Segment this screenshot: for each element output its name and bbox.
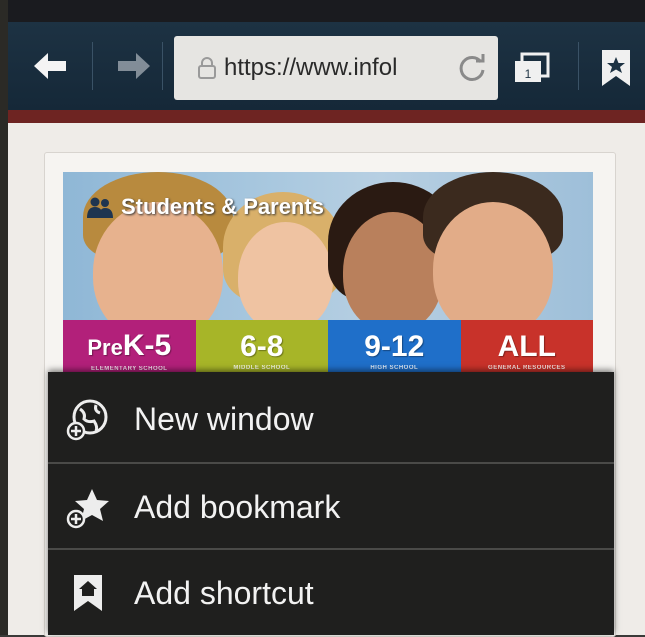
grade-label: PreK-5	[87, 329, 172, 362]
star-plus-icon	[66, 489, 109, 529]
photo-face	[238, 222, 333, 332]
people-icon	[87, 197, 113, 218]
browser-toolbar: https://www.infol 1	[8, 22, 645, 110]
menu-item-add-bookmark[interactable]: Add bookmark	[48, 464, 614, 550]
bookmark-icon[interactable]	[598, 48, 634, 88]
back-button[interactable]	[28, 44, 72, 88]
students-parents-banner[interactable]: Students & Parents PreK-5 ELEMENTARY SCH…	[63, 172, 593, 382]
grade-label: ALL	[497, 330, 556, 363]
svg-text:1: 1	[525, 67, 532, 81]
tabs-icon[interactable]: 1	[513, 52, 551, 84]
url-text: https://www.infol	[224, 54, 398, 81]
grade-sublabel: HIGH SCHOOL	[370, 365, 419, 371]
menu-item-add-shortcut[interactable]: Add shortcut	[48, 550, 614, 636]
banner-title-text: Students & Parents	[121, 194, 324, 219]
menu-item-label: Add shortcut	[134, 574, 314, 611]
toolbar-separator	[162, 42, 163, 90]
menu-item-label: Add bookmark	[134, 488, 341, 525]
grade-label: 9-12	[364, 330, 425, 363]
status-bar	[8, 0, 645, 22]
photo-face	[433, 202, 553, 337]
lock-icon	[198, 57, 216, 79]
bookmark-home-icon	[74, 575, 102, 611]
arrow-left-icon	[34, 53, 66, 79]
toolbar-separator	[92, 42, 93, 90]
banner-title: Students & Parents	[87, 194, 324, 220]
reload-icon[interactable]	[456, 52, 488, 84]
grade-sublabel: GENERAL RESOURCES	[488, 365, 566, 371]
globe-plus-icon	[66, 399, 108, 441]
forward-button[interactable]	[112, 44, 156, 88]
menu-item-label: New window	[134, 400, 314, 437]
site-header-strip	[8, 110, 645, 123]
menu-item-new-window[interactable]: New window	[48, 376, 614, 462]
toolbar-separator	[578, 42, 579, 90]
grade-sublabel: MIDDLE SCHOOL	[233, 365, 291, 371]
grade-label: 6-8	[240, 330, 284, 363]
address-bar[interactable]: https://www.infol	[174, 36, 498, 100]
overflow-menu: New window Add bookmark Add shortcut	[48, 372, 614, 635]
arrow-right-icon	[118, 53, 150, 79]
